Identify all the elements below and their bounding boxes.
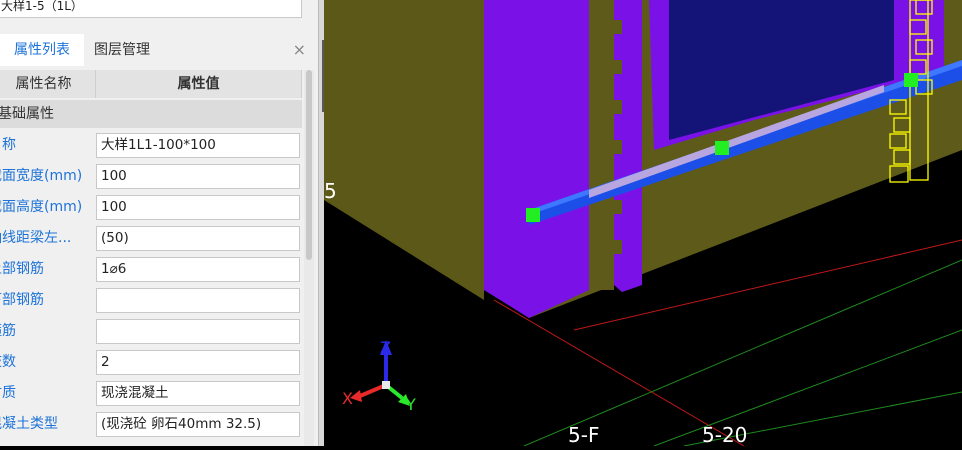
3d-scene[interactable]: Z X Y 5 5-F 5-20 (323, 0, 962, 447)
property-row: 混凝土类型 (现浇砼 卵石40mm 32.5) (0, 409, 302, 440)
property-name: 上部钢筋 (0, 261, 44, 277)
grid-axis-label: 5-F (568, 423, 599, 446)
property-name: 轴线距梁左... (0, 230, 72, 246)
axis-x-label: X (342, 389, 353, 408)
tab-layer-management[interactable]: 图层管理 (94, 34, 150, 66)
property-value-field[interactable] (96, 288, 300, 313)
notch (614, 240, 622, 254)
component-name-field[interactable]: 大样1-5（1L） (0, 0, 302, 18)
grip-point-end[interactable] (904, 73, 918, 87)
property-name: 箍筋 (0, 323, 16, 339)
property-value-field[interactable]: 100 (96, 164, 300, 189)
grip-point-start[interactable] (526, 208, 540, 222)
panel-top-strip: 大样1-5（1L） (0, 0, 318, 28)
axis-y-label: Y (405, 395, 416, 414)
property-value-field[interactable]: 1⌀6 (96, 257, 300, 282)
property-row: 上部钢筋 1⌀6 (0, 254, 302, 285)
property-value-field[interactable]: (现浇砼 卵石40mm 32.5) (96, 412, 300, 437)
panel-scrollbar[interactable] (304, 70, 314, 446)
property-row: 截面高度(mm) 100 (0, 192, 302, 223)
tab-property-list[interactable]: 属性列表 (0, 34, 84, 66)
group-label: 基础属性 (0, 106, 54, 122)
notch (614, 100, 622, 114)
grid-axis-label: 5-20 (702, 423, 747, 446)
property-name: 截面宽度(mm) (0, 168, 82, 184)
property-value-field[interactable]: (50) (96, 226, 300, 251)
column-header-name: 属性名称 (0, 70, 96, 98)
property-row: 轴线距梁左... (50) (0, 223, 302, 254)
property-row: 截面宽度(mm) 100 (0, 161, 302, 192)
property-name: 材质 (0, 385, 16, 401)
group-row-basic[interactable]: 基础属性 (0, 100, 302, 128)
property-value-field[interactable] (96, 319, 300, 344)
column-notch-strip (592, 0, 614, 290)
wall-right-edge[interactable] (944, 0, 962, 70)
grid-axis-label: 5 (324, 179, 337, 203)
notch (614, 60, 622, 74)
property-row: 肢数 2 (0, 347, 302, 378)
property-value-field[interactable]: 100 (96, 195, 300, 220)
property-row: 下部钢筋 (0, 285, 302, 316)
panel-tab-bar: 属性列表 图层管理 × (0, 34, 318, 66)
grip-point-mid[interactable] (715, 141, 729, 155)
property-name: 截面高度(mm) (0, 199, 82, 215)
property-row: 名称 大样1L1-100*100 (0, 130, 302, 161)
property-name: 肢数 (0, 354, 16, 370)
property-row: 箍筋 (0, 316, 302, 347)
property-row: 材质 现浇混凝土 (0, 378, 302, 409)
property-value-field[interactable]: 现浇混凝土 (96, 381, 300, 406)
axis-z-label: Z (380, 338, 391, 357)
property-name: 下部钢筋 (0, 292, 44, 308)
property-name: 名称 (0, 137, 16, 153)
notch (614, 140, 622, 154)
column-left[interactable] (484, 0, 589, 318)
property-value-field[interactable]: 大样1L1-100*100 (96, 133, 300, 158)
close-icon[interactable]: × (293, 34, 306, 66)
column-header-value: 属性值 (96, 70, 302, 98)
3d-viewport[interactable]: Z X Y 5 5-F 5-20 (323, 0, 962, 447)
property-name: 混凝土类型 (0, 416, 58, 432)
scrollbar-thumb[interactable] (306, 70, 312, 260)
property-value-field[interactable]: 2 (96, 350, 300, 375)
properties-panel: 大样1-5（1L） 属性列表 图层管理 × 属性名称 属性值 基础属性 名称 大… (0, 0, 318, 446)
column-mid-notches (592, 0, 614, 290)
axis-origin (382, 381, 390, 389)
notch (614, 20, 622, 34)
notch (614, 200, 622, 214)
